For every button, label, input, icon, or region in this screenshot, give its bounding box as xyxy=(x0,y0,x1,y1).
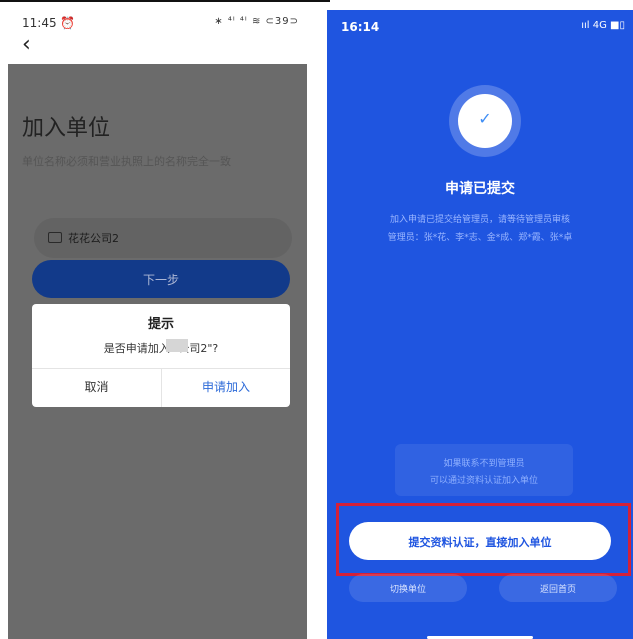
submit-verification-label: 提交资料认证，直接加入单位 xyxy=(408,536,552,549)
right-phone-screen: 16:14 ııl 4G ■▯ ✓ 申请已提交 加入申请已提交给管理员，请等待管… xyxy=(327,10,633,639)
top-border-line xyxy=(0,0,330,2)
contact-line-2: 可以通过资料认证加入单位 xyxy=(429,476,538,486)
dialog-cancel-button[interactable]: 取消 xyxy=(32,368,161,407)
chevron-left-icon[interactable]: ‹ xyxy=(22,34,31,56)
admin-list: 管理员：张*花、李*志、金*成、郑*霞、张*卓 xyxy=(387,233,573,243)
next-step-label: 下一步 xyxy=(142,273,179,287)
status-icons: ∗ ⁴ᴵ ⁴ᴵ ≋ ⊂39⊃ xyxy=(214,16,299,27)
redacted-block xyxy=(166,339,188,352)
submitted-title: 申请已提交 xyxy=(445,181,515,197)
dialog-message: 是否申请加入" 公司2"? xyxy=(103,342,219,355)
contact-admin-notice: 如果联系不到管理员 可以通过资料认证加入单位 xyxy=(395,444,573,496)
status-time: 11:45 ⏰ xyxy=(22,16,76,30)
back-home-label: 返回首页 xyxy=(539,585,576,595)
status-bar: 11:45 ⏰ ∗ ⁴ᴵ ⁴ᴵ ≋ ⊂39⊃ ‹ xyxy=(8,12,307,64)
building-icon xyxy=(48,232,62,243)
back-home-button[interactable]: 返回首页 xyxy=(499,574,617,602)
submitted-description: 加入申请已提交给管理员，请等待管理员审核 xyxy=(389,215,570,225)
next-step-button[interactable]: 下一步 xyxy=(32,260,290,298)
dialog-title: 提示 xyxy=(147,317,174,332)
page-title: 加入单位 xyxy=(22,116,111,141)
check-icon: ✓ xyxy=(458,94,512,148)
confirm-dialog: 提示 是否申请加入" 公司2"? 取消 申请加入 xyxy=(32,304,290,407)
page-subtitle: 单位名称必须和营业执照上的名称完全一致 xyxy=(22,155,231,168)
dialog-apply-join-button[interactable]: 申请加入 xyxy=(162,368,290,407)
switch-unit-button[interactable]: 切换单位 xyxy=(349,574,467,602)
contact-line-1: 如果联系不到管理员 xyxy=(443,459,525,469)
company-name-input[interactable]: 花花公司2 xyxy=(34,218,292,258)
company-name-value: 花花公司2 xyxy=(68,232,119,245)
status-icons: ııl 4G ■▯ xyxy=(581,20,625,31)
check-glyph: ✓ xyxy=(478,109,492,128)
left-phone-screen: 11:45 ⏰ ∗ ⁴ᴵ ⁴ᴵ ≋ ⊂39⊃ ‹ 加入单位 单位名称必须和营业执… xyxy=(8,12,307,639)
status-time: 16:14 xyxy=(341,20,380,34)
submit-verification-button[interactable]: 提交资料认证，直接加入单位 xyxy=(349,522,611,560)
switch-unit-label: 切换单位 xyxy=(389,585,426,595)
